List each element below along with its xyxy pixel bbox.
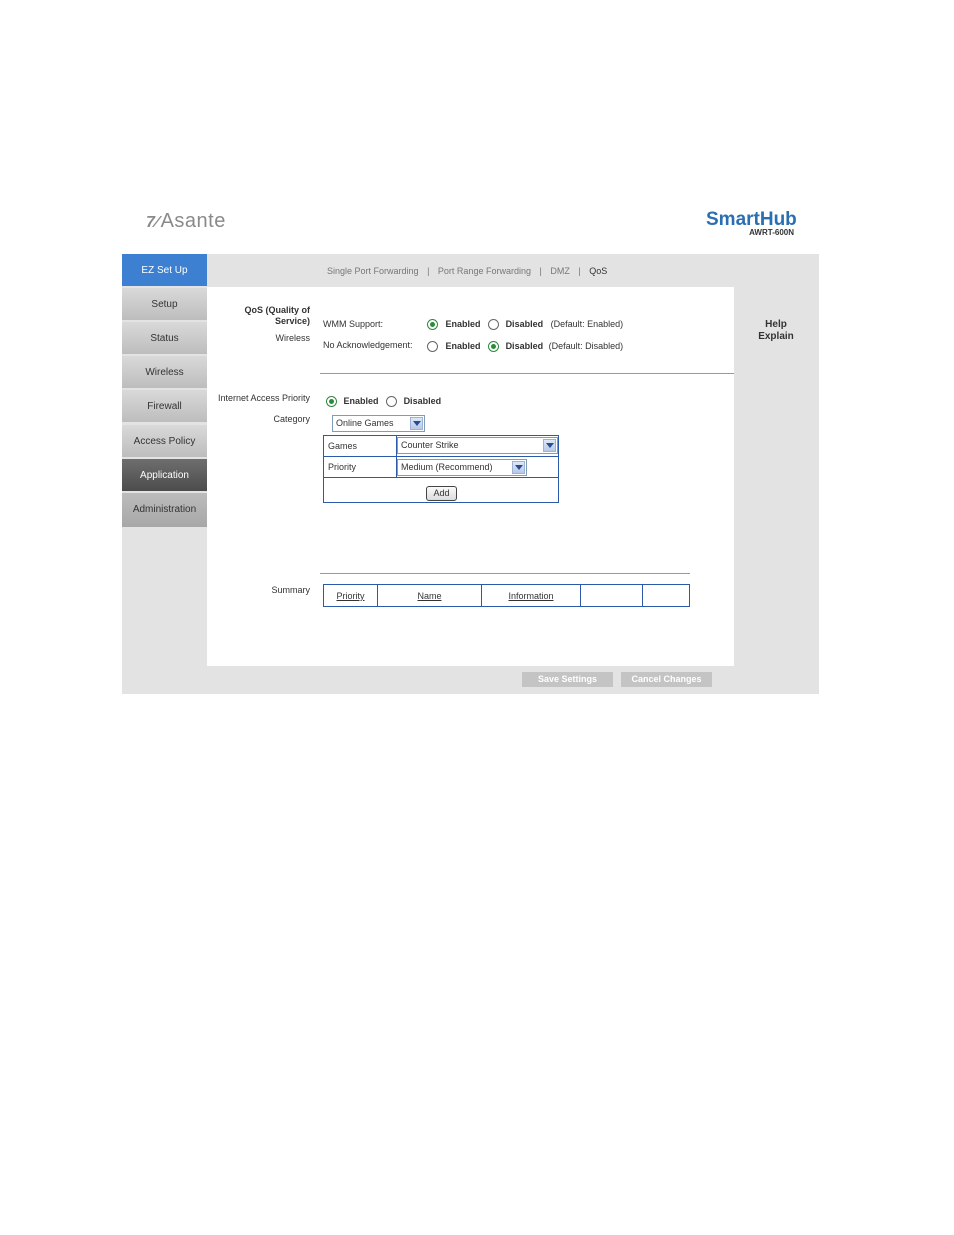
priority-label: Priority [323,456,397,478]
nav-separator: | [578,266,581,276]
explain-label: Explain [758,331,794,342]
summary-divider [320,573,690,574]
no-ack-label: No Acknowledgement: [323,340,413,350]
summary-label: Summary [271,585,310,595]
chevron-down-icon [410,417,423,430]
priority-enabled-radio[interactable] [326,396,337,408]
tab-port-range-forwarding[interactable]: Port Range Forwarding [438,266,531,276]
no-ack-enabled-radio[interactable] [427,341,438,353]
chevron-down-icon [512,461,525,474]
help-label: Help [765,319,787,330]
wmm-disabled-radio[interactable] [488,319,500,331]
summary-col-information[interactable]: Information [481,584,581,607]
no-ack-enabled-label: Enabled [445,341,481,351]
qos-section-title: QoS (Quality of Service) [212,305,310,327]
cancel-changes-button[interactable]: Cancel Changes [621,672,712,687]
section-divider [320,373,734,374]
chevron-down-icon [543,439,556,452]
games-label: Games [323,435,397,457]
asante-logo: 7⁄ Asante [146,210,226,233]
add-button[interactable]: Add [426,486,457,501]
sidebar-item-firewall[interactable]: Firewall [122,390,207,423]
help-explain[interactable]: Help Explain [740,319,812,343]
no-ack-radio-group: Enabled Disabled (Default: Disabled) [427,341,624,353]
summary-col-empty-1 [580,584,643,607]
qos-title-line1: QoS (Quality of [244,305,310,315]
summary-col-priority[interactable]: Priority [323,584,378,607]
nav-separator: | [539,266,542,276]
tab-qos[interactable]: QoS [589,266,607,276]
tab-dmz[interactable]: DMZ [550,266,570,276]
qos-title-line2: Service) [274,316,310,326]
priority-select-value: Medium (Recommend) [401,462,493,472]
priority-enabled-label: Enabled [343,396,379,406]
priority-disabled-label: Disabled [403,396,442,406]
games-select-value: Counter Strike [401,440,459,450]
sidebar-item-administration[interactable]: Administration [122,493,207,528]
sidebar-item-wireless[interactable]: Wireless [122,356,207,389]
priority-radio-group: Enabled Disabled [326,396,442,408]
logo-text: Asante [160,210,226,232]
internet-access-priority-label: Internet Access Priority [217,393,310,403]
sidebar-item-access-policy[interactable]: Access Policy [122,425,207,458]
no-ack-disabled-label: Disabled [505,341,544,351]
summary-col-empty-2 [642,584,690,607]
tab-single-port-forwarding[interactable]: Single Port Forwarding [327,266,419,276]
games-select[interactable]: Counter Strike [397,437,558,454]
nav-separator: | [427,266,430,276]
sidebar-item-ez-setup[interactable]: EZ Set Up [122,254,207,287]
wmm-disabled-label: Disabled [505,319,544,329]
wmm-default-note: (Default: Enabled) [550,319,624,329]
no-ack-default-note: (Default: Disabled) [548,341,624,351]
save-settings-button[interactable]: Save Settings [522,672,613,687]
category-label: Category [273,414,310,424]
wmm-enabled-radio[interactable] [427,319,438,331]
category-select-value: Online Games [336,418,394,428]
sidebar-item-status[interactable]: Status [122,322,207,355]
sidebar-item-application[interactable]: Application [122,459,207,492]
summary-col-name[interactable]: Name [377,584,482,607]
category-select[interactable]: Online Games [332,415,425,432]
wmm-enabled-label: Enabled [445,319,481,329]
priority-disabled-radio[interactable] [386,396,398,408]
asante-logo-mark-icon: 7⁄ [146,214,159,231]
wmm-radio-group: Enabled Disabled (Default: Enabled) [427,319,624,331]
wireless-label: Wireless [275,333,310,343]
brand-name: SmartHub [706,209,797,230]
sub-navigation: Single Port Forwarding | Port Range Forw… [207,254,734,287]
wmm-support-label: WMM Support: [323,319,384,329]
priority-select[interactable]: Medium (Recommend) [397,459,527,476]
no-ack-disabled-radio[interactable] [488,341,500,353]
smarthub-brand: SmartHub AWRT-600N [706,209,797,238]
sidebar-item-setup[interactable]: Setup [122,288,207,321]
